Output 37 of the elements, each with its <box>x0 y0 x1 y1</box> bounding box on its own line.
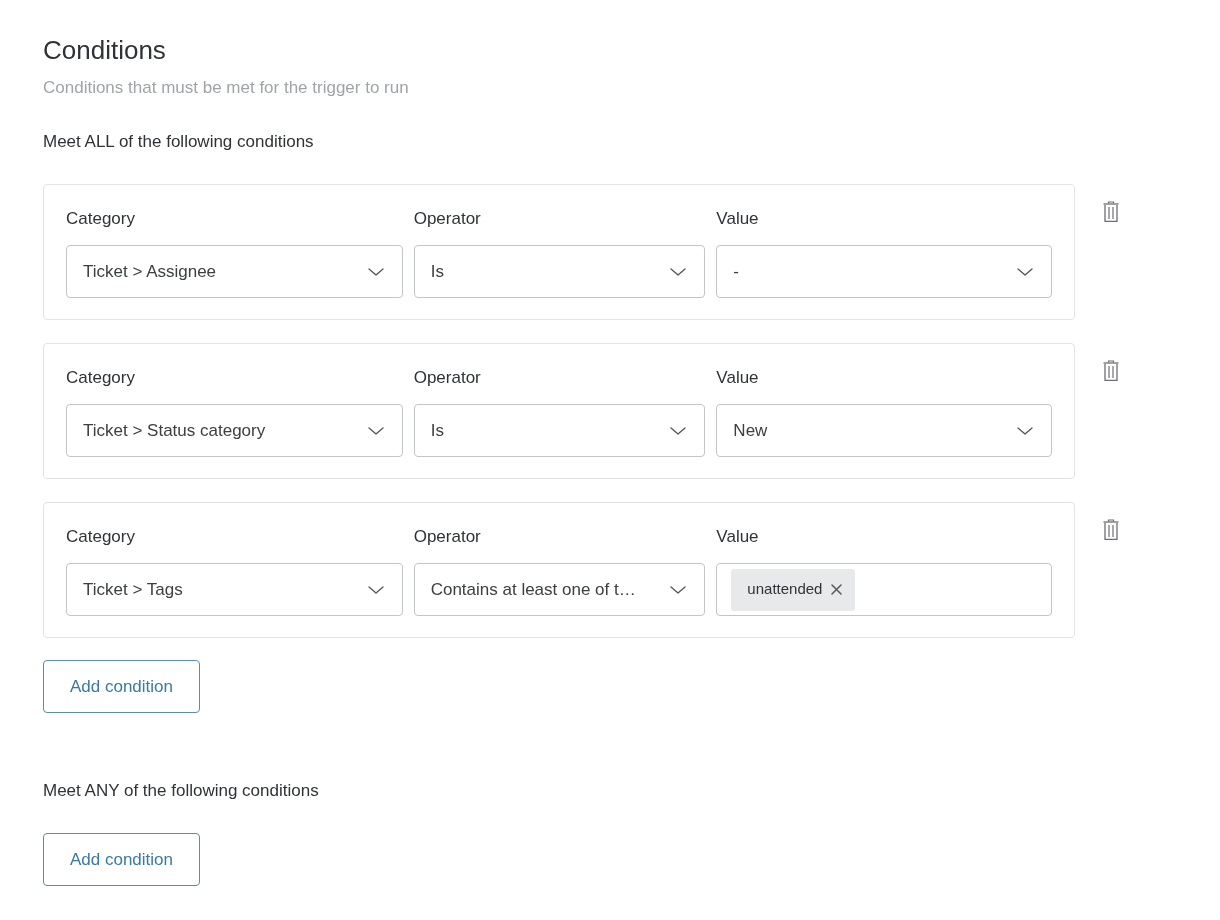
field-label: Operator <box>413 208 482 230</box>
add-condition-button[interactable]: Add condition <box>43 833 200 886</box>
trash-icon[interactable] <box>1103 519 1119 540</box>
dropdown-field[interactable]: Is <box>413 245 706 298</box>
field-label: Category <box>66 208 136 230</box>
dropdown-field[interactable]: Ticket > Tags <box>66 563 403 616</box>
dropdown-field[interactable]: Contains at least one of t… <box>413 563 706 616</box>
dropdown-field[interactable]: Ticket > Assignee <box>66 245 403 298</box>
chevron-down-icon <box>670 426 687 435</box>
field-label: Category <box>66 526 136 548</box>
field-label: Operator <box>413 526 482 548</box>
chevron-down-icon <box>1017 426 1033 435</box>
tag-input-field[interactable]: unattended <box>716 563 1052 616</box>
trash-icon[interactable] <box>1103 201 1119 222</box>
chevron-down-icon <box>367 267 384 276</box>
chevron-down-icon <box>1017 267 1033 276</box>
field-label: Value <box>716 367 760 389</box>
section-title: Conditions <box>43 35 167 66</box>
chevron-down-icon <box>670 267 687 276</box>
chevron-down-icon <box>670 585 687 594</box>
chevron-down-icon <box>367 426 384 435</box>
field-label: Category <box>66 367 136 389</box>
trash-icon[interactable] <box>1103 360 1119 381</box>
add-condition-button[interactable]: Add condition <box>43 660 200 713</box>
tag-chip[interactable]: unattended <box>731 568 856 611</box>
section-description: Conditions that must be met for the trigger to run <box>43 77 410 99</box>
close-icon[interactable] <box>831 584 843 595</box>
chevron-down-icon <box>367 585 384 594</box>
dropdown-field[interactable]: - <box>716 245 1052 298</box>
dropdown-field[interactable]: New <box>716 404 1052 457</box>
field-label: Value <box>716 526 760 548</box>
dropdown-field[interactable]: Ticket > Status category <box>66 404 403 457</box>
field-label: Value <box>716 208 760 230</box>
field-label: Operator <box>413 367 482 389</box>
group-heading: Meet ANY of the following conditions <box>43 780 320 802</box>
group-heading: Meet ALL of the following conditions <box>43 131 315 153</box>
dropdown-field[interactable]: Is <box>413 404 706 457</box>
